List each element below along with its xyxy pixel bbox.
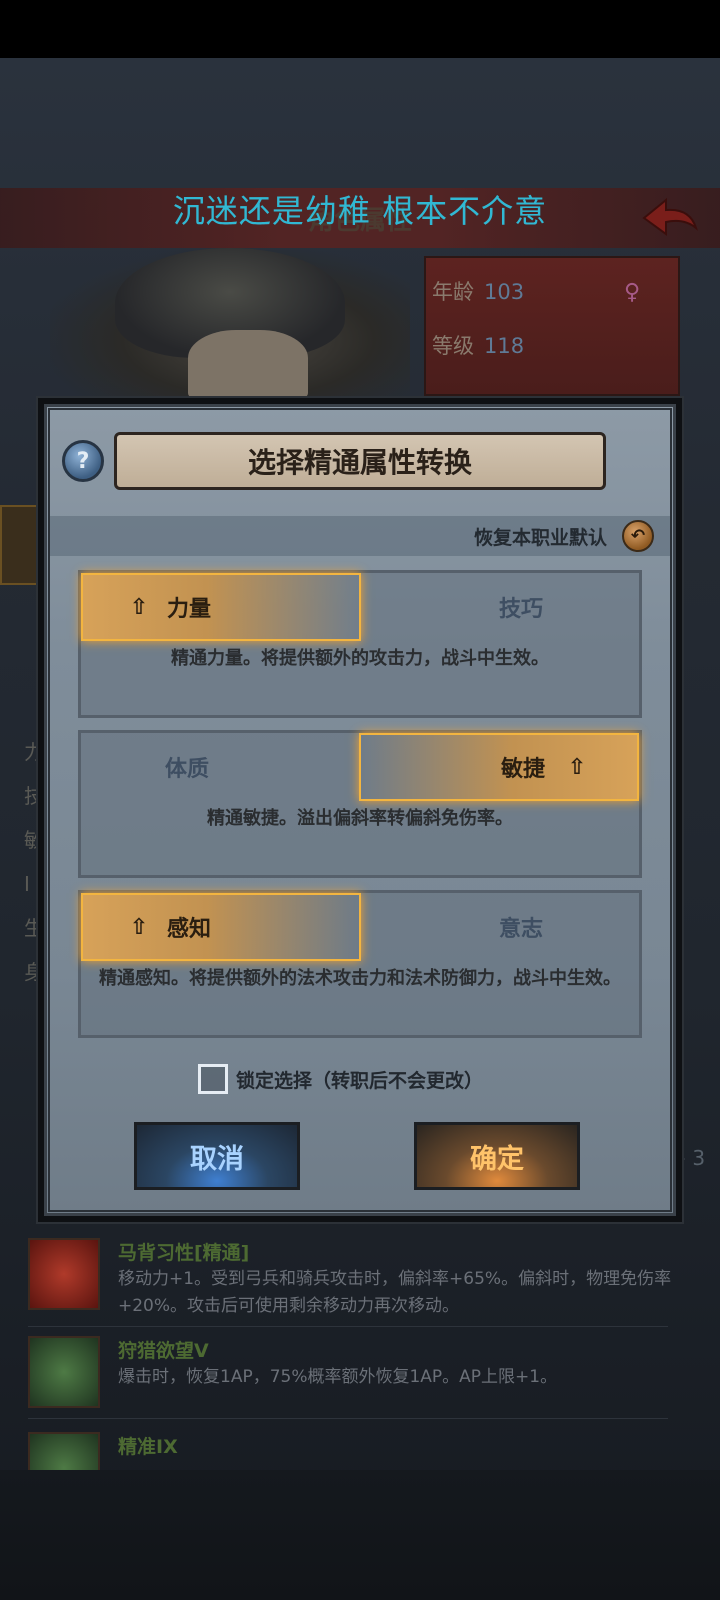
skill-name: 狩猎欲望V — [118, 1340, 209, 1362]
option-label: 体质 — [165, 757, 210, 782]
option-agility[interactable]: 敏捷 ⇧ — [359, 733, 639, 801]
option-strength[interactable]: ⇧ 力量 — [81, 573, 361, 641]
divider — [28, 1326, 668, 1327]
reset-default-label[interactable]: 恢复本职业默认 — [474, 523, 607, 550]
option-row: ⇧ 感知 意志 — [81, 893, 639, 961]
question-icon: ? — [76, 448, 90, 474]
option-label: 敏捷 — [501, 757, 546, 782]
arrow-up-icon: ⇧ — [129, 595, 149, 620]
attribute-pair-card: ⇧ 力量 技巧 精通力量。将提供额外的攻击力，战斗中生效。 — [78, 570, 642, 718]
option-label: 感知 — [167, 917, 212, 942]
level-label: 等级 — [432, 334, 474, 358]
option-perception[interactable]: ⇧ 感知 — [81, 893, 361, 961]
female-icon: ♀ — [624, 280, 641, 305]
bottom-fade — [0, 1470, 720, 1600]
skill-name: 马背习性[精通] — [118, 1242, 250, 1264]
option-row: ⇧ 力量 技巧 — [81, 573, 639, 641]
level-row: 等级 118 — [432, 330, 524, 360]
skill-name: 精准IX — [118, 1436, 178, 1458]
arrow-up-icon: ⇧ — [567, 755, 587, 780]
page-number: 3 — [692, 1146, 706, 1170]
option-will[interactable]: 意志 — [359, 893, 639, 961]
game-screen: 角色属性 年龄 103 等级 118 ♀ 力 技 敏 I 生 身 › 3 马背习性[… — [0, 0, 720, 1600]
skill-item[interactable]: 马背习性[精通] 移动力+1。受到弓兵和骑兵攻击时，偏斜率+65%。偏斜时，物理… — [28, 1238, 698, 1318]
cancel-button[interactable]: 取消 — [134, 1122, 300, 1190]
character-face — [188, 330, 308, 400]
lock-selection-row[interactable]: 锁定选择（转职后不会更改） — [198, 1062, 483, 1096]
confirm-button[interactable]: 确定 — [414, 1122, 580, 1190]
subtitle-caption: 沉迷还是幼稚 根本不介意 — [172, 192, 548, 230]
option-label: 技巧 — [499, 597, 544, 622]
option-dexterity[interactable]: 技巧 — [359, 573, 639, 641]
status-bar — [0, 0, 720, 58]
attribute-pair-card: 体质 敏捷 ⇧ 精通敏捷。溢出偏斜率转偏斜免伤率。 — [78, 730, 642, 878]
option-label: 意志 — [499, 917, 544, 942]
undo-arrow-icon[interactable]: ↶ — [622, 520, 654, 552]
lock-label: 锁定选择（转职后不会更改） — [236, 1069, 484, 1092]
skill-item[interactable]: 狩猎欲望V 爆击时，恢复1AP，75%概率额外恢复1AP。AP上限+1。 — [28, 1336, 698, 1408]
attribute-pair-card: ⇧ 感知 意志 精通感知。将提供额外的法术攻击力和法术防御力，战斗中生效。 — [78, 890, 642, 1038]
skill-desc: 爆击时，恢复1AP，75%概率额外恢复1AP。AP上限+1。 — [118, 1367, 558, 1387]
dialog-title-plaque: 选择精通属性转换 — [114, 432, 606, 490]
help-button[interactable]: ? — [62, 440, 104, 482]
age-value: 103 — [484, 280, 525, 304]
option-constitution[interactable]: 体质 — [81, 733, 361, 801]
option-description: 精通感知。将提供额外的法术攻击力和法术防御力，战斗中生效。 — [99, 968, 621, 989]
age-label: 年龄 — [432, 280, 474, 304]
page-indicator: › 3 — [678, 1146, 706, 1170]
arrow-up-icon: ⇧ — [129, 915, 149, 940]
option-description: 精通力量。将提供额外的攻击力，战斗中生效。 — [171, 648, 549, 669]
level-value: 118 — [484, 334, 525, 358]
skill-desc: 移动力+1。受到弓兵和骑兵攻击时，偏斜率+65%。偏斜时，物理免伤率+20%。攻… — [118, 1269, 672, 1316]
divider — [28, 1418, 668, 1419]
option-row: 体质 敏捷 ⇧ — [81, 733, 639, 801]
age-row: 年龄 103 — [432, 276, 524, 306]
lock-checkbox[interactable] — [198, 1064, 228, 1094]
option-label: 力量 — [167, 597, 212, 622]
dialog-title: 选择精通属性转换 — [247, 446, 472, 479]
burst-icon — [28, 1336, 100, 1408]
side-tab[interactable] — [0, 505, 40, 585]
option-description: 精通敏捷。溢出偏斜率转偏斜免伤率。 — [207, 808, 513, 829]
horse-hoof-icon — [28, 1238, 100, 1310]
